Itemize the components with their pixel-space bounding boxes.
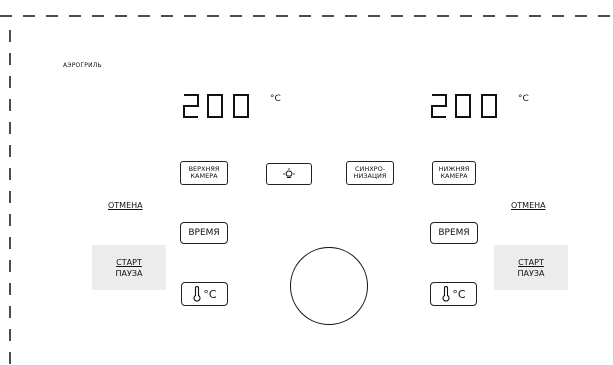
start-pause-right-button[interactable]: СТАРТ ПАУЗА [494, 245, 568, 290]
upper-chamber-label-2: КАМЕРА [190, 172, 218, 180]
lightbulb-icon [283, 168, 295, 178]
device-title: АЭРОГРИЛЬ [63, 62, 102, 69]
start-left-label: СТАРТ [116, 257, 142, 267]
cancel-left-button[interactable]: ОТМЕНА [108, 201, 143, 210]
temperature-left-button[interactable]: °C [181, 282, 228, 306]
temperature-right-button[interactable]: °C [430, 282, 477, 306]
sync-button[interactable]: СИНХРО- НИЗАЦИЯ [346, 161, 394, 185]
dashed-border-left [9, 30, 11, 365]
lower-chamber-button[interactable]: НИЖНЯЯ КАМЕРА [432, 161, 476, 185]
time-left-button[interactable]: ВРЕМЯ [180, 222, 228, 244]
temperature-left-label: °C [203, 287, 217, 301]
control-knob[interactable] [290, 247, 368, 325]
time-right-button[interactable]: ВРЕМЯ [430, 222, 478, 244]
sync-label-2: НИЗАЦИЯ [353, 172, 387, 180]
pause-right-label: ПАУЗА [517, 268, 545, 278]
left-temp-unit: °C [270, 94, 281, 104]
cancel-right-button[interactable]: ОТМЕНА [511, 201, 546, 210]
start-pause-left-button[interactable]: СТАРТ ПАУЗА [92, 245, 166, 290]
left-temp-display [183, 94, 249, 118]
temperature-right-label: °C [452, 287, 466, 301]
lower-chamber-label-2: КАМЕРА [440, 172, 468, 180]
light-button[interactable] [266, 163, 312, 185]
pause-left-label: ПАУЗА [115, 268, 143, 278]
right-temp-unit: °C [518, 94, 529, 104]
thermometer-icon [193, 286, 201, 302]
thermometer-icon [442, 286, 450, 302]
dashed-border-top [0, 15, 613, 17]
start-right-label: СТАРТ [518, 257, 544, 267]
upper-chamber-button[interactable]: ВЕРХНЯЯ КАМЕРА [180, 161, 228, 185]
right-temp-display [431, 94, 497, 118]
